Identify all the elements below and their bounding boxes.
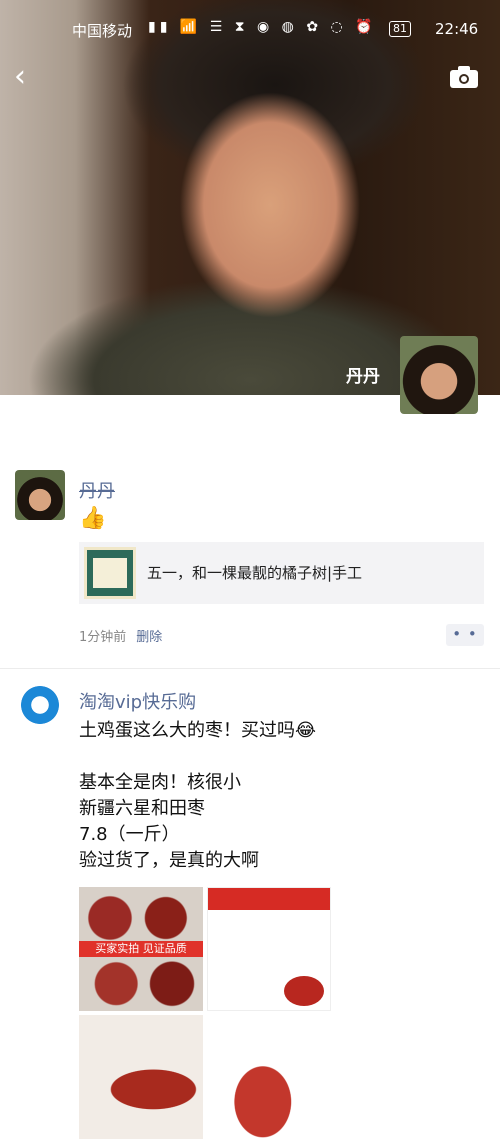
avatar[interactable]: [15, 470, 65, 520]
post-image[interactable]: [207, 887, 331, 1011]
post-meta: 1分钟前 删除: [79, 626, 162, 645]
clock: 22:46: [435, 20, 479, 38]
post-image[interactable]: [79, 1015, 203, 1139]
post-line: 基本全是肉！核很小: [79, 772, 241, 793]
post-line: 新疆六星和田枣: [79, 798, 205, 819]
status-bar: 中国移动 ▮▮ 📶 ☰ ⧗ ◉ ◍ ✿ ◌ ⏰ 81 22:46: [0, 18, 500, 42]
back-icon[interactable]: ‹: [14, 62, 26, 92]
delete-link[interactable]: 删除: [136, 630, 162, 645]
post-text: 土鸡蛋这么大的枣！买过吗😂 基本全是肉！核很小 新疆六星和田枣 7.8（一斤） …: [79, 718, 316, 874]
battery-indicator: 81: [389, 21, 411, 37]
avatar[interactable]: [15, 685, 65, 735]
post-line: 土鸡蛋这么大的枣！买过吗😂: [79, 720, 317, 741]
link-thumbnail: [84, 547, 136, 599]
more-icon[interactable]: • •: [446, 624, 484, 646]
link-title: 五一，和一棵最靓的橘子树|手工: [147, 564, 363, 582]
post-author[interactable]: 淘淘vip快乐购: [79, 688, 196, 714]
image-dates: [284, 976, 324, 1006]
post-line: 7.8（一斤）: [79, 824, 180, 845]
shared-link-card[interactable]: 五一，和一棵最靓的橘子树|手工: [79, 542, 484, 604]
post-image[interactable]: [207, 1015, 331, 1139]
owner-avatar[interactable]: [400, 336, 478, 414]
image-caption: 买家实拍 见证品质: [79, 941, 203, 957]
post-image[interactable]: 买家实拍 见证品质: [79, 887, 203, 1011]
post-time: 1分钟前: [79, 630, 127, 645]
thumbs-up-emoji: 👍: [79, 506, 107, 531]
status-icons: ▮▮ 📶 ☰ ⧗ ◉ ◍ ✿ ◌ ⏰: [148, 19, 377, 35]
carrier-label: 中国移动: [72, 22, 133, 40]
owner-name[interactable]: 丹丹: [346, 362, 380, 387]
divider: [0, 668, 500, 669]
post-line: [79, 744, 316, 770]
post-author[interactable]: 丹丹: [79, 477, 115, 503]
camera-icon[interactable]: [450, 66, 478, 88]
image-header: [208, 888, 330, 910]
post-line: 验过货了，是真的大啊: [79, 850, 259, 871]
